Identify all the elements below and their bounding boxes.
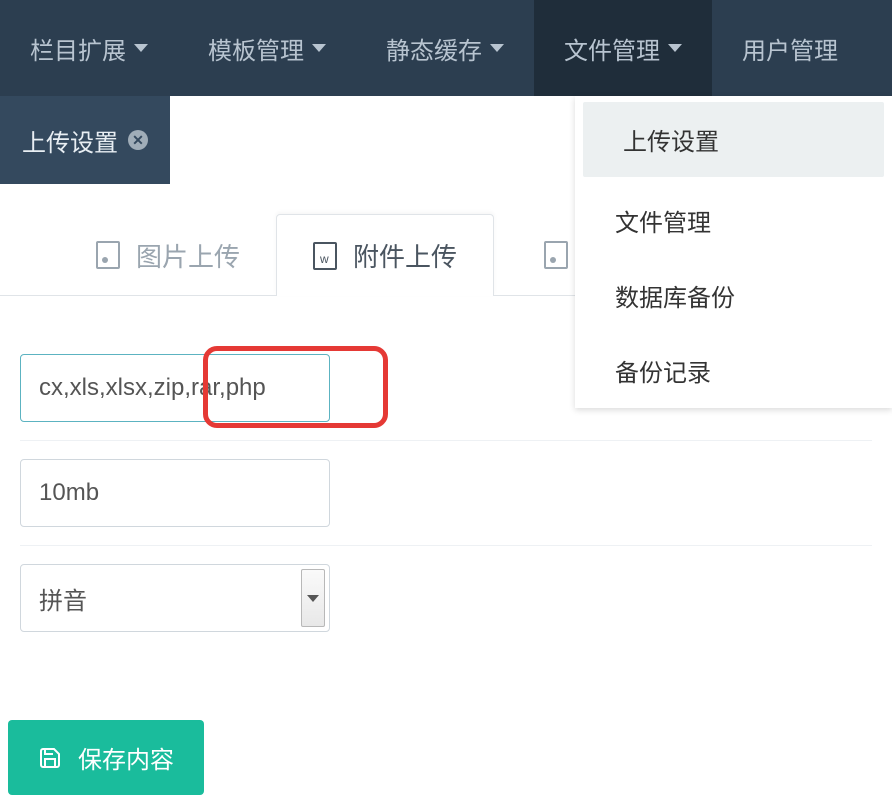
- select-value: 拼音: [39, 581, 87, 616]
- caret-down-icon: [134, 44, 148, 52]
- nav-item-column-ext[interactable]: 栏目扩展: [0, 0, 178, 96]
- nav-label: 用户管理: [742, 31, 838, 66]
- dropdown-label: 备份记录: [615, 360, 711, 387]
- dropdown-item-db-backup[interactable]: 数据库备份: [575, 258, 892, 333]
- select-handle-icon[interactable]: [301, 569, 325, 627]
- nav-item-file-mgmt[interactable]: 文件管理: [534, 0, 712, 96]
- nav-label: 文件管理: [564, 31, 660, 66]
- subnav-label: 上传设置: [22, 123, 118, 158]
- word-file-icon: [313, 242, 337, 270]
- row-size: [20, 441, 872, 546]
- subnav-tab-upload-settings[interactable]: 上传设置 ✕: [0, 123, 170, 158]
- nav-label: 静态缓存: [386, 31, 482, 66]
- dropdown-label: 数据库备份: [615, 285, 735, 312]
- size-input[interactable]: [20, 459, 330, 527]
- extensions-input[interactable]: [20, 354, 330, 422]
- dropdown-item-file-mgmt[interactable]: 文件管理: [575, 183, 892, 258]
- row-naming: 拼音: [20, 546, 872, 650]
- file-icon: [544, 241, 568, 269]
- tab-image-upload[interactable]: 图片上传: [60, 215, 276, 296]
- save-label: 保存内容: [78, 740, 174, 775]
- caret-down-icon: [312, 44, 326, 52]
- file-mgmt-dropdown: 上传设置 文件管理 数据库备份 备份记录: [575, 96, 892, 408]
- tab-attachment-upload[interactable]: 附件上传: [276, 214, 494, 296]
- save-button[interactable]: 保存内容: [8, 720, 204, 795]
- naming-select[interactable]: 拼音: [20, 564, 330, 632]
- caret-down-icon: [668, 44, 682, 52]
- nav-item-user-mgmt[interactable]: 用户管理: [712, 0, 868, 96]
- caret-down-icon: [490, 44, 504, 52]
- tab-label: 附件上传: [353, 237, 457, 274]
- close-icon[interactable]: ✕: [128, 130, 148, 150]
- nav-label: 模板管理: [208, 31, 304, 66]
- save-icon: [38, 746, 62, 770]
- dropdown-label: 上传设置: [623, 129, 719, 156]
- dropdown-item-upload-settings[interactable]: 上传设置: [583, 102, 884, 177]
- tab-label: 图片上传: [136, 237, 240, 274]
- nav-item-template[interactable]: 模板管理: [178, 0, 356, 96]
- nav-item-cache[interactable]: 静态缓存: [356, 0, 534, 96]
- dropdown-item-backup-log[interactable]: 备份记录: [575, 333, 892, 408]
- top-nav: 栏目扩展 模板管理 静态缓存 文件管理 用户管理 上传设置 文件管理 数据库备份…: [0, 0, 892, 96]
- dropdown-label: 文件管理: [615, 210, 711, 237]
- nav-label: 栏目扩展: [30, 31, 126, 66]
- image-file-icon: [96, 241, 120, 269]
